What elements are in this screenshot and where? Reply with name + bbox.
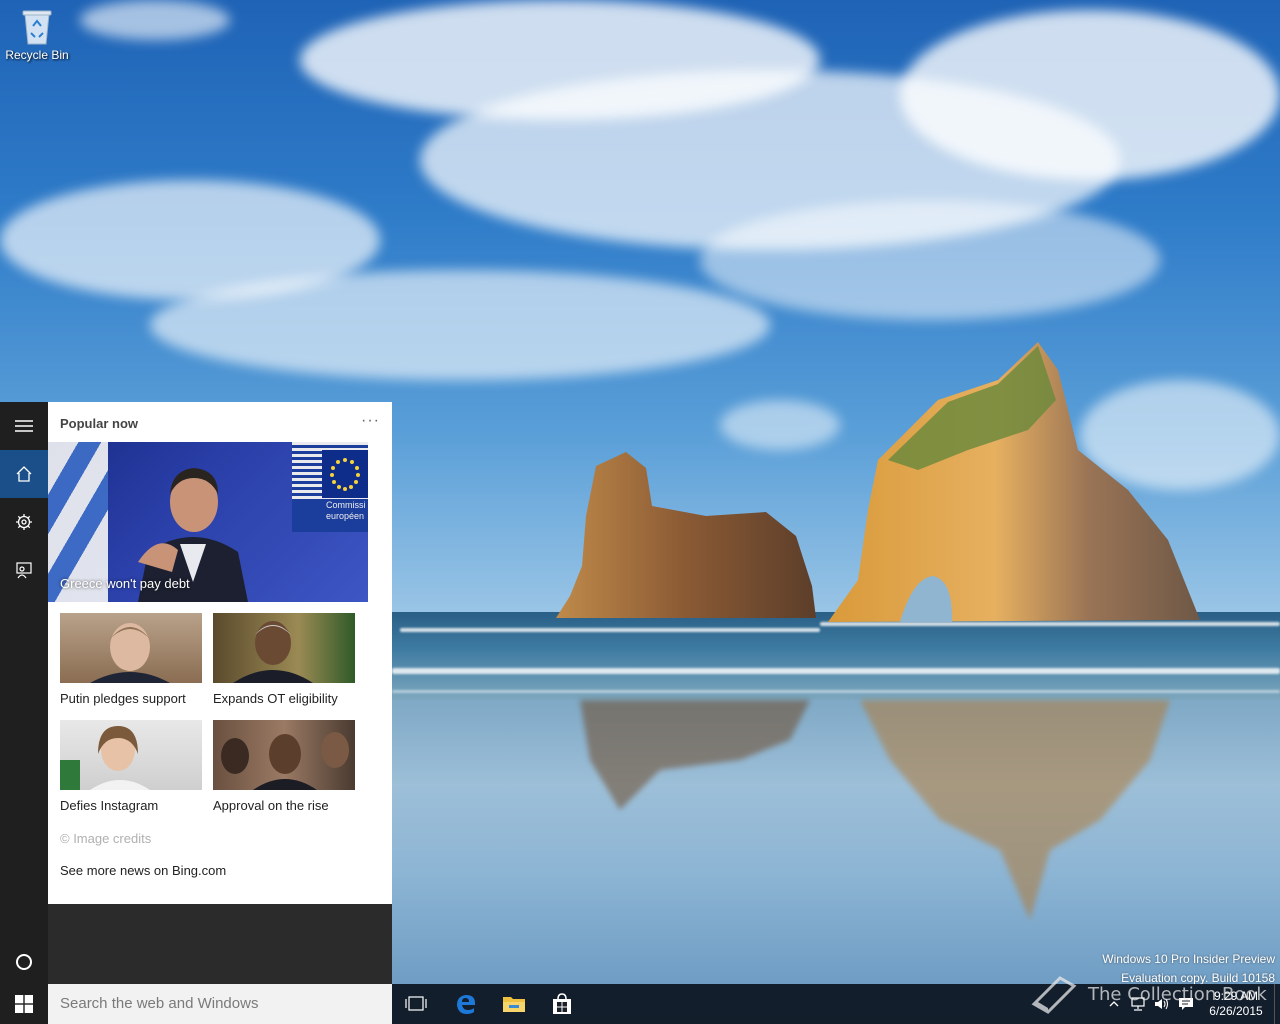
site-watermark-text: The Collection Book bbox=[1088, 983, 1267, 1005]
cloud bbox=[700, 200, 1160, 320]
more-options-button[interactable]: ··· bbox=[361, 412, 380, 430]
recycle-bin-label: Recycle Bin bbox=[5, 48, 69, 62]
windows-logo-icon bbox=[15, 995, 33, 1013]
news-tile[interactable]: Approval on the rise bbox=[213, 720, 355, 813]
wave bbox=[392, 690, 1280, 693]
cortana-circle-icon[interactable] bbox=[16, 954, 32, 970]
task-view-button[interactable] bbox=[392, 984, 440, 1024]
news-tile-label: Approval on the rise bbox=[213, 798, 329, 813]
news-tile-image bbox=[213, 720, 355, 790]
eu-sign: Commissi européen bbox=[292, 442, 368, 532]
home-button[interactable] bbox=[0, 450, 48, 498]
task-view-icon bbox=[405, 996, 427, 1011]
feedback-button[interactable] bbox=[0, 546, 48, 594]
section-title: Popular now bbox=[60, 416, 138, 431]
eu-stars-icon bbox=[330, 458, 360, 491]
news-feed: Popular now ··· Commissi européen Greece… bbox=[48, 402, 392, 904]
news-tile[interactable]: Defies Instagram bbox=[60, 720, 202, 813]
left-rock bbox=[556, 452, 816, 618]
hero-news-card[interactable]: Commissi européen Greece won't pay debt bbox=[48, 442, 368, 602]
news-tile-image bbox=[213, 613, 355, 683]
site-watermark: The Collection Book bbox=[1030, 974, 1267, 1014]
notebook-settings-button[interactable] bbox=[0, 498, 48, 546]
watermark-edition: Windows 10 Pro Insider Preview bbox=[1102, 952, 1275, 966]
start-button[interactable] bbox=[0, 984, 48, 1024]
cortana-panel: Popular now ··· Commissi européen Greece… bbox=[48, 402, 392, 984]
file-explorer-button[interactable] bbox=[490, 984, 538, 1024]
home-icon bbox=[16, 466, 32, 482]
edge-button[interactable] bbox=[442, 984, 490, 1024]
cloud bbox=[720, 400, 840, 450]
cloud bbox=[900, 10, 1280, 180]
cortana-navigation-rail bbox=[0, 402, 48, 984]
recycle-bin-icon bbox=[19, 6, 55, 46]
news-tile-image bbox=[60, 720, 202, 790]
book-logo-icon bbox=[1031, 976, 1077, 1014]
file-explorer-icon bbox=[503, 997, 525, 1012]
news-tile-image bbox=[60, 613, 202, 683]
hamburger-menu-icon bbox=[15, 420, 33, 432]
hero-caption: Greece won't pay debt bbox=[60, 576, 190, 591]
news-tile-label: Expands OT eligibility bbox=[213, 691, 338, 706]
feedback-icon bbox=[16, 562, 32, 579]
news-tile[interactable]: Putin pledges support bbox=[60, 613, 202, 706]
edge-icon bbox=[457, 995, 475, 1014]
news-tile[interactable]: Expands OT eligibility bbox=[213, 613, 355, 706]
bing-news-link[interactable]: See more news on Bing.com bbox=[60, 863, 226, 878]
desktop-icon-recycle-bin[interactable]: Recycle Bin bbox=[4, 6, 70, 62]
store-button[interactable] bbox=[538, 984, 586, 1024]
search-input[interactable] bbox=[60, 995, 380, 1012]
wave bbox=[820, 622, 1280, 626]
left-rock-reflection bbox=[580, 700, 810, 810]
news-tile-label: Defies Instagram bbox=[60, 798, 159, 813]
wave bbox=[400, 628, 820, 632]
news-tile-label: Putin pledges support bbox=[60, 691, 186, 706]
right-rock-reflection bbox=[860, 700, 1170, 920]
hamburger-menu-button[interactable] bbox=[0, 402, 48, 450]
store-icon bbox=[553, 993, 571, 1014]
image-credits-link[interactable]: © Image credits bbox=[60, 831, 151, 846]
cloud bbox=[80, 0, 230, 40]
gear-icon bbox=[16, 514, 32, 530]
cloud bbox=[150, 270, 770, 380]
eu-sign-text: Commissi européen bbox=[326, 500, 366, 521]
show-desktop-button[interactable] bbox=[1274, 984, 1280, 1024]
right-rock bbox=[828, 342, 1200, 622]
wave bbox=[392, 668, 1280, 674]
search-box[interactable] bbox=[48, 984, 392, 1024]
